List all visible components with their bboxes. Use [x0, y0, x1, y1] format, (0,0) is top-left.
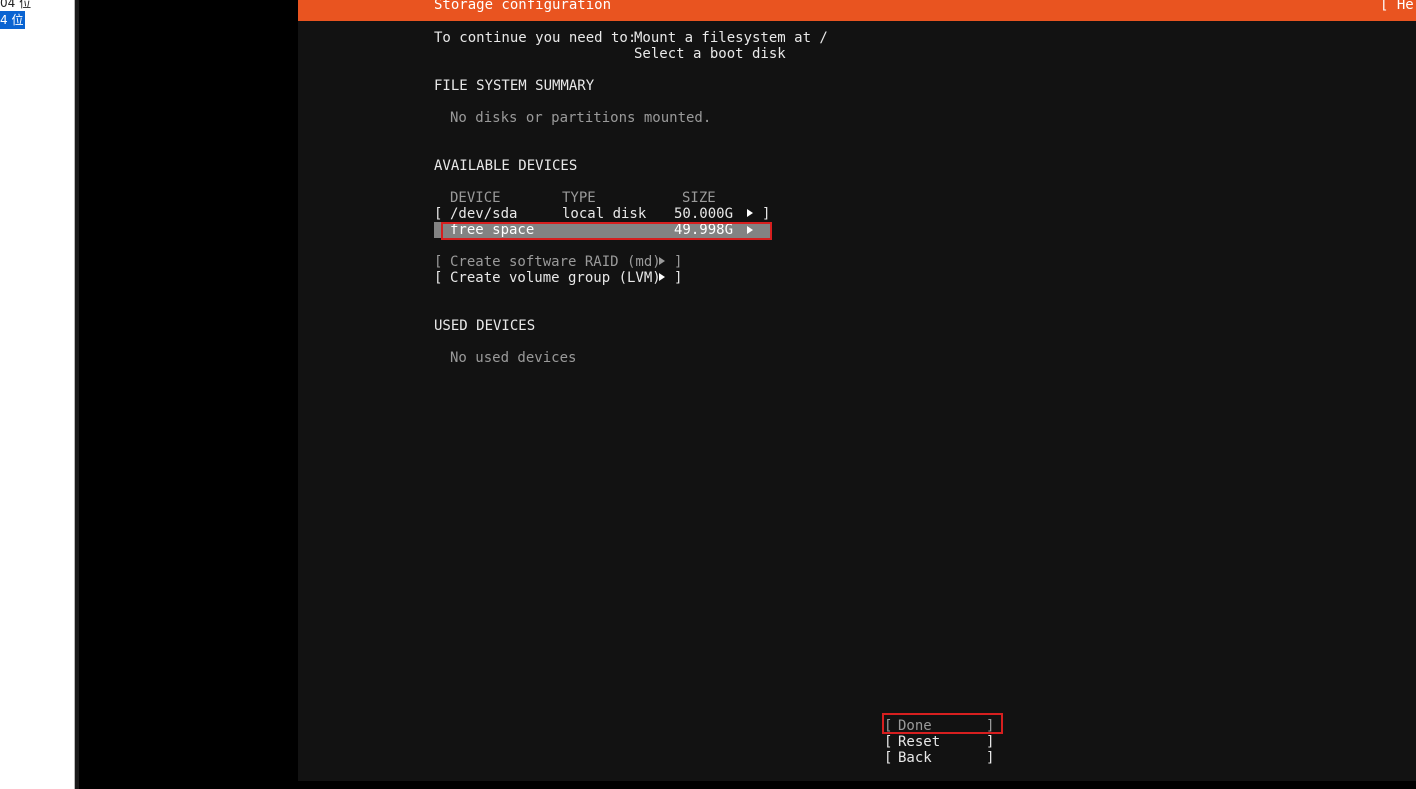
reset-label: Reset: [898, 734, 941, 750]
create-raid-label: Create software RAID (md): [450, 254, 661, 270]
host-sidebar-item-selected[interactable]: 4 位: [0, 11, 26, 29]
bracket-close: ]: [674, 254, 683, 270]
used-devices-heading: USED DEVICES: [434, 318, 536, 334]
available-devices-heading: AVAILABLE DEVICES: [434, 158, 578, 174]
fs-summary-empty: No disks or partitions mounted.: [450, 110, 712, 126]
requirements-prefix: To continue you need to:: [434, 30, 637, 46]
fs-summary-heading: FILE SYSTEM SUMMARY: [434, 78, 595, 94]
bracket-open: [: [884, 750, 893, 766]
arrow-right-icon: [659, 273, 665, 281]
bracket-close: ]: [762, 206, 771, 222]
bracket-open: [: [884, 734, 893, 750]
arrow-right-icon: [747, 209, 753, 217]
bracket-open: [: [434, 270, 443, 286]
device-size: 50.000G: [674, 206, 734, 222]
annotation-highlight-box: [441, 222, 772, 240]
page-title: Storage configuration: [434, 0, 612, 13]
title-bar: Storage configuration [ Hel: [298, 0, 1416, 21]
bracket-close: ]: [986, 734, 995, 750]
column-header-size: SIZE: [682, 190, 716, 206]
bracket-close: ]: [986, 750, 995, 766]
device-type: local disk: [562, 206, 647, 222]
column-header-type: TYPE: [562, 190, 596, 206]
requirement-item: Mount a filesystem at /: [634, 30, 828, 46]
device-name: /dev/sda: [450, 206, 518, 222]
column-header-device: DEVICE: [450, 190, 501, 206]
create-lvm-label: Create volume group (LVM): [450, 270, 661, 286]
annotation-highlight-box: [882, 713, 1003, 734]
bracket-open: [: [434, 206, 443, 222]
installer-screen: Storage configuration [ Hel To continue …: [298, 0, 1416, 781]
back-label: Back: [898, 750, 932, 766]
used-devices-empty: No used devices: [450, 350, 577, 366]
host-sidebar-item[interactable]: 04 位: [0, 0, 31, 11]
help-button[interactable]: [ Hel: [1380, 0, 1416, 13]
bracket-close: ]: [674, 270, 683, 286]
arrow-right-icon: [659, 257, 665, 265]
requirement-item: Select a boot disk: [634, 46, 786, 62]
bracket-open: [: [434, 254, 443, 270]
host-sidebar: 04 位 4 位: [0, 0, 75, 789]
